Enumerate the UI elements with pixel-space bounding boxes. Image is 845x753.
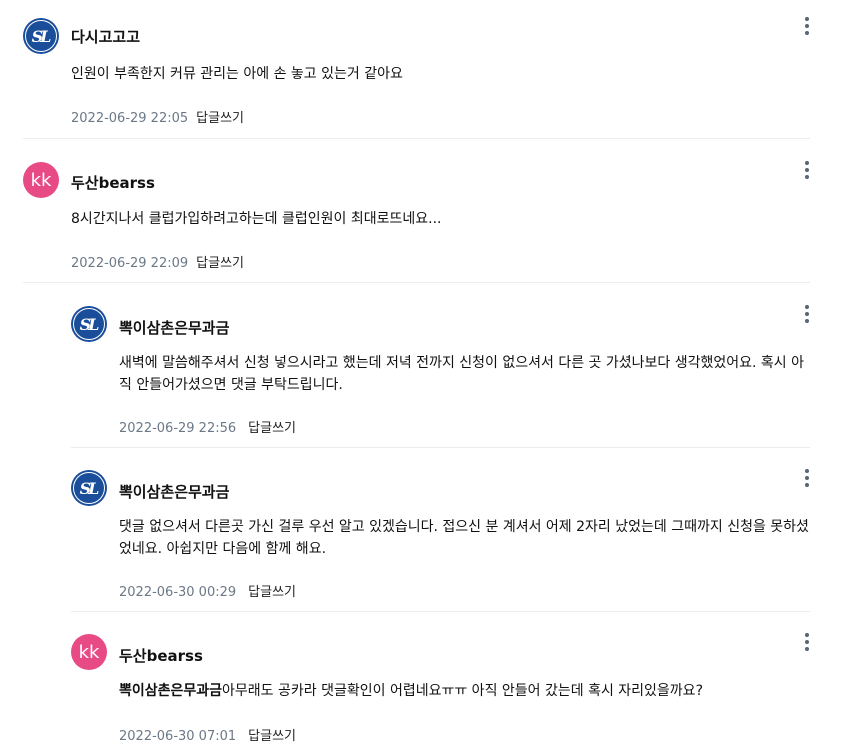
comment-nickname[interactable]: 뽁이삼촌은무과금 <box>119 481 229 502</box>
comment-divider <box>71 447 810 448</box>
comment-text-content: 새벽에 말씀해주셔서 신청 넣으시라고 했는데 저녁 전까지 신청이 없으셔서 … <box>119 355 804 393</box>
more-options-icon[interactable] <box>803 305 811 325</box>
comment-text: 뽁이삼촌은무과금아무래도 공카라 댓글확인이 어렵네요ㅠㅠ 아직 안들어 갔는데… <box>119 680 814 702</box>
comment-text: 새벽에 말씀해주셔서 신청 넣으시라고 했는데 저녁 전까지 신청이 없으셔서 … <box>119 352 814 396</box>
team-logo-avatar[interactable]: SL <box>71 306 107 342</box>
comment-text: 8시간지나서 클럽가입하려고하는데 클럽인원이 최대로뜨네요... <box>71 208 811 230</box>
comment-text-content: 8시간지나서 클럽가입하려고하는데 클럽인원이 최대로뜨네요... <box>71 211 442 227</box>
reply-item: kk 두산bearss 뽁이삼촌은무과금아무래도 공카라 댓글확인이 어렵네요ㅠ… <box>71 633 818 748</box>
comment-meta: 2022-06-29 22:56 답글쓰기 <box>119 417 296 436</box>
comment-meta: 2022-06-30 07:01 답글쓰기 <box>119 725 296 744</box>
comment-divider <box>71 611 810 612</box>
team-logo-avatar[interactable]: SL <box>23 18 59 54</box>
reply-item: SL 뽁이삼촌은무과금 댓글 없으셔서 다른곳 가신 걸루 우선 알고 있겠습니… <box>71 469 818 604</box>
avatar-initials: kk <box>78 641 100 663</box>
comment-nickname[interactable]: 두산bearss <box>119 645 203 666</box>
comment-nickname[interactable]: 두산bearss <box>71 172 155 193</box>
comment-text-content: 인원이 부족한지 커뮤 관리는 아에 손 놓고 있는거 같아요 <box>71 66 403 82</box>
avatar-initials: kk <box>30 169 52 191</box>
more-options-icon[interactable] <box>803 469 811 489</box>
more-options-icon[interactable] <box>803 17 811 37</box>
letter-avatar[interactable]: kk <box>23 162 59 198</box>
comment-date: 2022-06-30 07:01 <box>119 729 237 744</box>
comment-nickname[interactable]: 다시고고고 <box>71 26 140 47</box>
comment-text: 인원이 부족한지 커뮤 관리는 아에 손 놓고 있는거 같아요 <box>71 63 811 85</box>
comment-text: 댓글 없으셔서 다른곳 가신 걸루 우선 알고 있겠습니다. 접으신 분 계셔서… <box>119 516 814 560</box>
comment-date: 2022-06-30 00:29 <box>119 585 237 600</box>
comment-item: kk 두산bearss 8시간지나서 클럽가입하려고하는데 클럽인원이 최대로뜨… <box>23 161 818 271</box>
comment-divider <box>23 138 810 139</box>
comment-text-content: 아무래도 공카라 댓글확인이 어렵네요ㅠㅠ 아직 안들어 갔는데 혹시 자리있을… <box>222 683 703 699</box>
reply-button[interactable]: 답글쓰기 <box>248 729 296 744</box>
more-options-icon[interactable] <box>803 633 811 653</box>
comment-date: 2022-06-29 22:05 <box>71 111 189 126</box>
reply-button[interactable]: 답글쓰기 <box>248 585 296 600</box>
reply-button[interactable]: 답글쓰기 <box>196 256 244 271</box>
reply-button[interactable]: 답글쓰기 <box>248 421 296 436</box>
more-options-icon[interactable] <box>803 161 811 181</box>
comment-date: 2022-06-29 22:56 <box>119 421 237 436</box>
comment-divider <box>23 282 810 283</box>
mention-tag[interactable]: 뽁이삼촌은무과금 <box>119 683 222 699</box>
comment-date: 2022-06-29 22:09 <box>71 256 189 271</box>
comment-meta: 2022-06-30 00:29 답글쓰기 <box>119 581 296 600</box>
letter-avatar[interactable]: kk <box>71 634 107 670</box>
comment-nickname[interactable]: 뽁이삼촌은무과금 <box>119 317 229 338</box>
team-logo-avatar[interactable]: SL <box>71 470 107 506</box>
reply-button[interactable]: 답글쓰기 <box>196 111 244 126</box>
comment-item: SL 다시고고고 인원이 부족한지 커뮤 관리는 아에 손 놓고 있는거 같아요… <box>23 17 818 127</box>
comment-text-content: 댓글 없으셔서 다른곳 가신 걸루 우선 알고 있겠습니다. 접으신 분 계셔서… <box>119 519 809 557</box>
comment-meta: 2022-06-29 22:05 답글쓰기 <box>71 107 244 126</box>
comment-meta: 2022-06-29 22:09 답글쓰기 <box>71 252 244 271</box>
reply-item: SL 뽁이삼촌은무과금 새벽에 말씀해주셔서 신청 넣으시라고 했는데 저녁 전… <box>71 305 818 440</box>
